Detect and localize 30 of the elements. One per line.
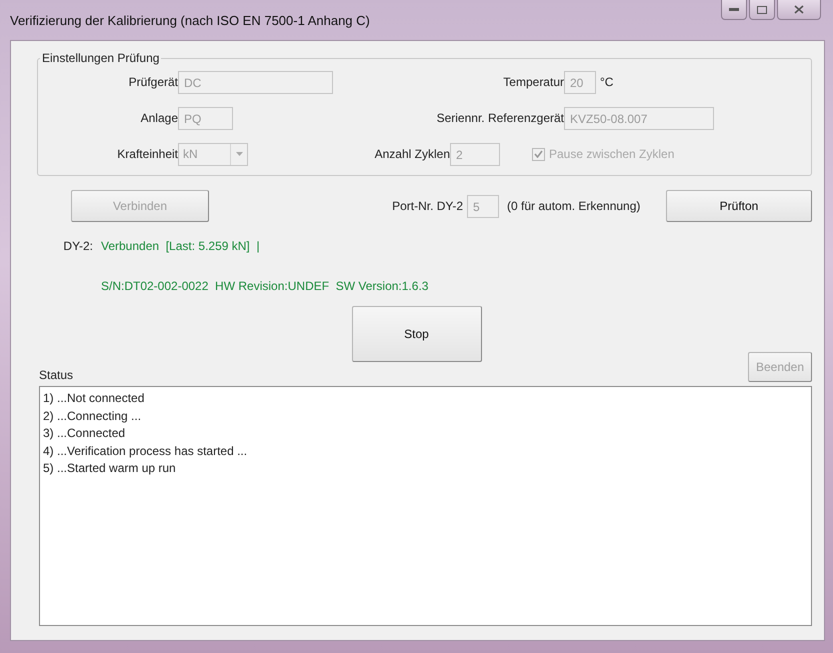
log-line: 4) ...Verification process has started ... — [43, 442, 248, 460]
maximize-button[interactable] — [749, 0, 775, 20]
test-tone-button[interactable]: Prüfton — [666, 190, 812, 222]
field-label: Anzahl Zyklen — [374, 147, 450, 161]
close-button[interactable] — [777, 0, 821, 20]
log-line: 3) ...Connected — [43, 425, 126, 442]
log-line: 2) ...Connecting ... — [43, 408, 142, 424]
stop-button[interactable]: Stop — [352, 306, 482, 362]
connection-status: Verbunden [Last: 5.259 kN] | — [101, 239, 260, 253]
hint-text: (0 für autom. Erkennung) — [507, 199, 640, 213]
field-label: Anlage — [140, 111, 178, 125]
checkbox-label: Pause zwischen Zyklen — [549, 147, 674, 161]
maximize-icon — [757, 6, 767, 14]
minimize-button[interactable] — [721, 0, 747, 20]
field-label: Temperatur — [503, 75, 564, 89]
window-title: Verifizierung der Kalibrierung (nach ISO EN 7500-1 Anhang C) — [10, 12, 370, 28]
field-label: Port-Nr. DY-2 — [392, 199, 463, 213]
group-title: Einstellungen Prüfung — [41, 51, 160, 65]
log-line: 5) ...Started warm up run — [43, 460, 177, 477]
field-label: Krafteinheit — [117, 147, 178, 161]
field-label: Prüfgerät — [128, 75, 178, 89]
log-line: 1) ...Not connected — [43, 390, 146, 407]
minimize-icon — [729, 8, 739, 12]
field-label: Seriennr. Referenzgerät — [436, 111, 564, 125]
caret-icon — [236, 152, 242, 156]
status-label: Status — [39, 368, 74, 382]
close-icon — [794, 5, 804, 14]
unit-label: °C — [600, 75, 614, 89]
device-label: DY-2: — [63, 239, 93, 253]
device-info: S/N:DT02-002-0022 HW Revision:UNDEF SW Version:1.6.3 — [101, 279, 428, 293]
